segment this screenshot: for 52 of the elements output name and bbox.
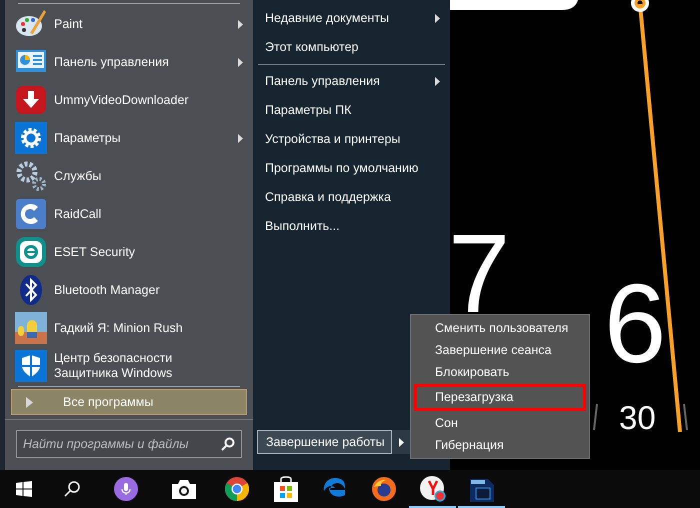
- menu-item[interactable]: UmmyVideoDownloader: [5, 81, 253, 119]
- shutdown-button[interactable]: Завершение работы: [257, 430, 392, 454]
- menu-item[interactable]: Блокировать: [411, 361, 589, 383]
- arrow-icon: [398, 438, 404, 446]
- chrome-icon: [224, 477, 248, 501]
- clock-minute-label: 30: [619, 401, 656, 434]
- menu-item[interactable]: Справка и поддержка: [253, 183, 450, 212]
- menu-item[interactable]: RaidCall: [5, 195, 253, 233]
- search-icon: [64, 481, 80, 497]
- menu-item[interactable]: Недавние документы: [253, 4, 450, 33]
- store-bag-icon: [274, 476, 298, 502]
- search-icon: [221, 437, 235, 451]
- shutdown-options-button[interactable]: [392, 430, 410, 454]
- windows-icon: [16, 481, 32, 497]
- menu-item[interactable]: Службы: [5, 157, 253, 195]
- yandex-browser-icon: [420, 476, 446, 502]
- tick-mark: [593, 404, 598, 430]
- download-icon: [16, 86, 46, 114]
- arrow-icon: [26, 396, 33, 408]
- menu-item[interactable]: Завершение сеанса: [411, 339, 589, 361]
- menu-item[interactable]: ESET Security: [5, 233, 253, 271]
- bluetooth-icon: [19, 274, 43, 306]
- clock-numeral: 7: [448, 234, 510, 314]
- microphone-icon: [114, 477, 138, 501]
- menu-item[interactable]: Bluetooth Manager: [5, 271, 253, 309]
- menu-item[interactable]: Программы по умолчанию: [253, 154, 450, 183]
- menu-item[interactable]: Выполнить...: [253, 212, 450, 241]
- shield-icon: [15, 350, 47, 382]
- clock-numeral: 6: [604, 284, 666, 364]
- camera-icon: [172, 479, 196, 499]
- menu-item[interactable]: Сменить пользователя: [411, 317, 589, 339]
- menu-item[interactable]: Paint: [5, 5, 253, 43]
- all-programs-item[interactable]: Все программы: [11, 389, 247, 415]
- raidcall-icon: [16, 199, 46, 229]
- menu-item[interactable]: Панель управления: [253, 67, 450, 96]
- psd-file-icon: [470, 476, 494, 502]
- menu-item[interactable]: Гадкий Я: Minion Rush: [5, 309, 253, 347]
- menu-item[interactable]: Перезагрузка: [414, 384, 586, 411]
- menu-item[interactable]: Центр безопасности Защитника Windows: [5, 347, 253, 385]
- menu-item[interactable]: Параметры ПК: [253, 96, 450, 125]
- menu-item[interactable]: Этот компьютер: [253, 33, 450, 62]
- menu-item[interactable]: Устройства и принтеры: [253, 125, 450, 154]
- menu-item[interactable]: Параметры: [5, 119, 253, 157]
- menu-item[interactable]: Гибернация: [411, 434, 589, 456]
- settings-icon: [15, 122, 47, 154]
- search-field[interactable]: Найти программы и файлы: [16, 430, 242, 458]
- firefox-icon: [372, 477, 396, 501]
- tick-mark: [683, 404, 688, 430]
- menu-item[interactable]: Панель управления: [5, 43, 253, 81]
- gears-icon: [15, 160, 47, 192]
- menu-item[interactable]: Сон: [411, 412, 589, 434]
- eset-icon: [16, 237, 46, 267]
